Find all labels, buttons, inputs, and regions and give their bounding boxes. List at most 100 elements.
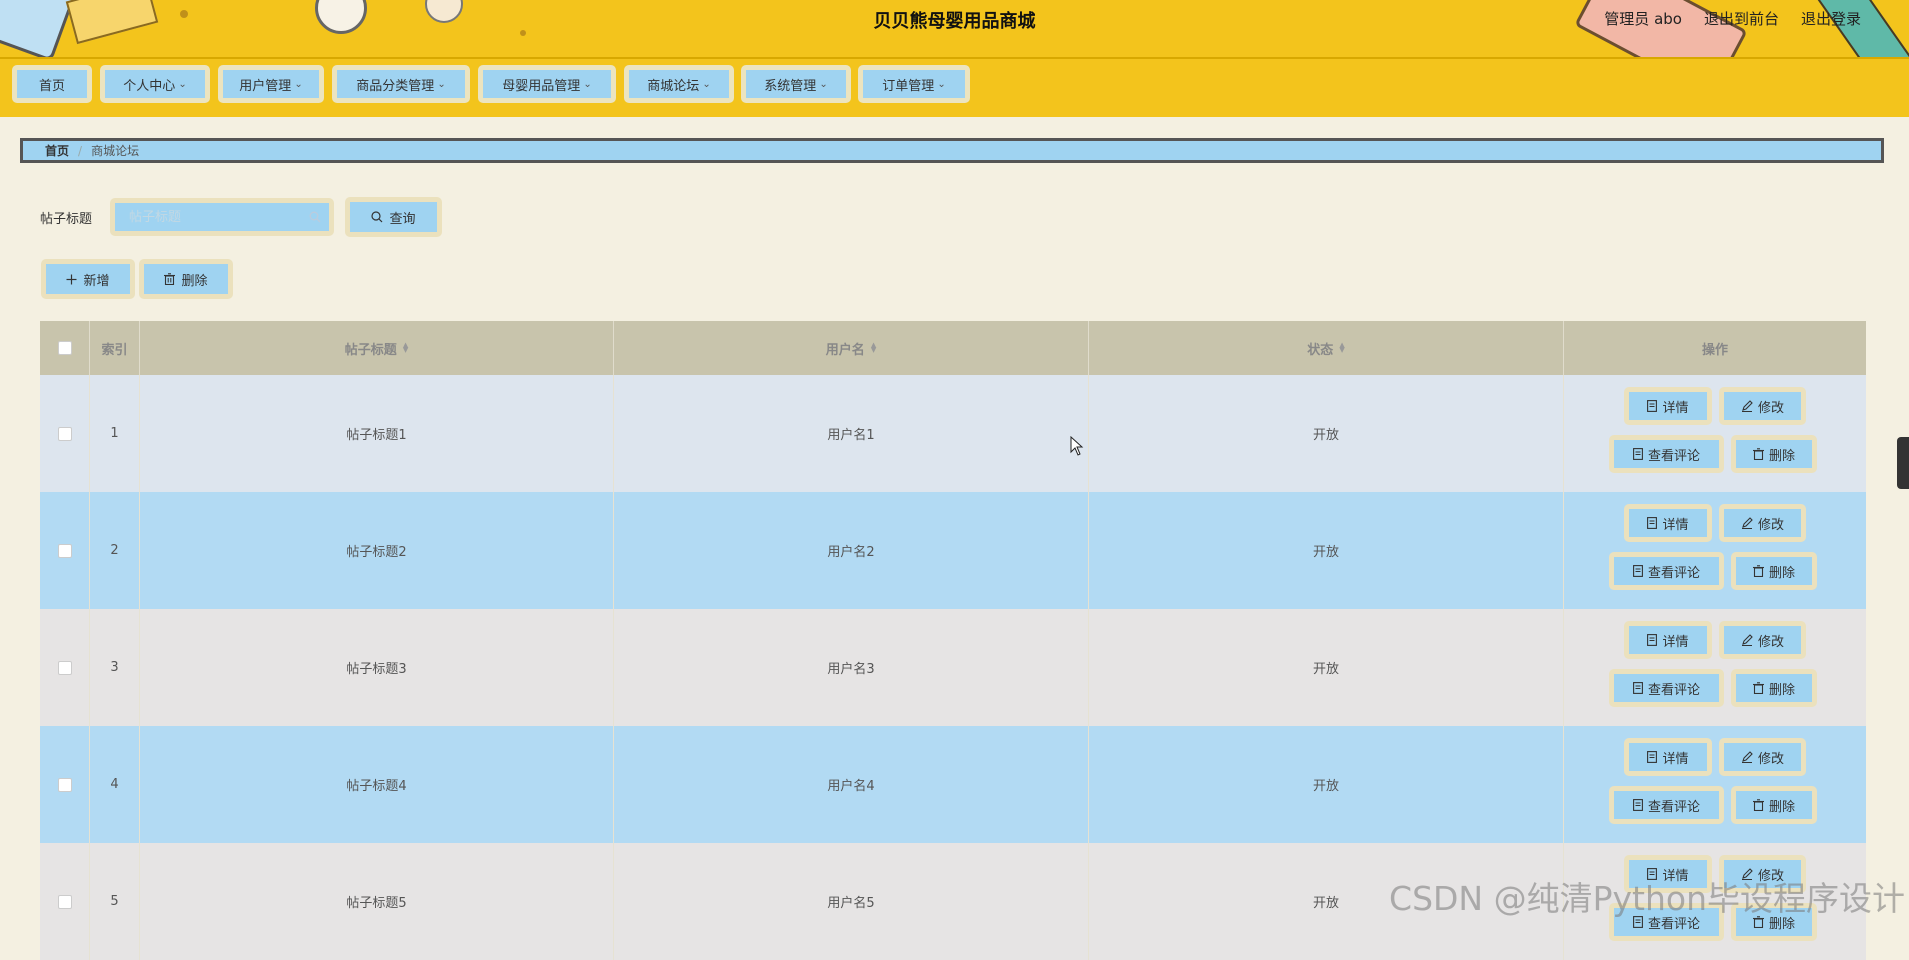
column-header-label: 操作 [1701, 342, 1728, 358]
sort-icon[interactable]: ▲ ▼ [1339, 342, 1344, 354]
nav-item-label: 个人中心 [123, 78, 176, 94]
detail-button[interactable]: 详情 [1624, 504, 1712, 542]
chevron-down-icon: ⌄ [819, 78, 828, 90]
chevron-down-icon: ⌄ [583, 78, 592, 90]
pencil-icon [1741, 517, 1753, 529]
row-delete-button[interactable]: 删除 [1731, 552, 1817, 590]
detail-button-label: 详情 [1662, 634, 1689, 650]
view-comments-button[interactable]: 查看评论 [1609, 435, 1724, 473]
row-checkbox[interactable] [57, 426, 72, 441]
nav-item-order-management[interactable]: 订单管理 ⌄ [858, 65, 970, 103]
row-checkbox[interactable] [57, 777, 72, 792]
row-operations: 详情 修改 查看评论 删除 [1564, 375, 1866, 492]
top-header: 贝贝熊母婴用品商城 管理员 abo 退出到前台 退出登录 [0, 0, 1909, 59]
row-index: 4 [90, 726, 140, 843]
view-comments-button[interactable]: 查看评论 [1609, 786, 1724, 824]
edit-button-label: 修改 [1757, 634, 1784, 650]
row-delete-button[interactable]: 删除 [1731, 435, 1817, 473]
edit-button-label: 修改 [1757, 400, 1784, 416]
column-header-username[interactable]: 用户名 ▲ ▼ [614, 321, 1089, 375]
nav-item-label: 商品分类管理 [356, 78, 435, 94]
row-checkbox[interactable] [57, 543, 72, 558]
row-title: 帖子标题5 [140, 843, 614, 960]
table-row: 4 帖子标题4 用户名4 开放 详情 修改 查看评论 删除 [40, 726, 1866, 843]
view-comments-button[interactable]: 查看评论 [1609, 552, 1724, 590]
table-row: 2 帖子标题2 用户名2 开放 详情 修改 查看评论 删除 [40, 492, 1866, 609]
view-comments-button-label: 查看评论 [1647, 565, 1700, 581]
admin-user-label: 管理员 abo [1604, 10, 1682, 28]
row-delete-button[interactable]: 删除 [1731, 786, 1817, 824]
chevron-down-icon: ⌄ [937, 78, 946, 90]
row-delete-button[interactable]: 删除 [1731, 669, 1817, 707]
side-panel-toggle[interactable] [1897, 437, 1909, 489]
sort-icon[interactable]: ▲ ▼ [403, 342, 408, 354]
edit-button[interactable]: 修改 [1719, 738, 1806, 776]
select-all-checkbox[interactable] [57, 341, 72, 355]
nav-item-label: 系统管理 [764, 78, 817, 94]
edit-button[interactable]: 修改 [1719, 504, 1806, 542]
nav-item-category-management[interactable]: 商品分类管理 ⌄ [332, 65, 470, 103]
trash-icon [1752, 799, 1764, 811]
row-checkbox-cell [40, 843, 90, 960]
row-index: 5 [90, 843, 140, 960]
logout-link[interactable]: 退出登录 [1801, 8, 1861, 29]
row-username: 用户名4 [614, 726, 1089, 843]
detail-button[interactable]: 详情 [1624, 621, 1712, 659]
search-input[interactable] [127, 208, 301, 226]
trash-icon [1752, 682, 1764, 694]
edit-button[interactable]: 修改 [1719, 387, 1806, 425]
row-checkbox[interactable] [57, 660, 72, 675]
trash-icon [1752, 448, 1764, 460]
nav-item-label: 首页 [38, 78, 65, 94]
batch-delete-button-label: 删除 [181, 273, 208, 289]
nav-item-personal-center[interactable]: 个人中心 ⌄ [100, 65, 210, 103]
add-button-label: 新增 [83, 273, 110, 289]
nav-item-label: 商城论坛 [647, 78, 700, 94]
detail-button[interactable]: 详情 [1624, 738, 1712, 776]
search-icon [371, 211, 383, 223]
edit-button-label: 修改 [1757, 751, 1784, 767]
nav-item-forum[interactable]: 商城论坛 ⌄ [624, 65, 734, 103]
document-icon [1633, 565, 1643, 577]
search-icon [309, 211, 321, 227]
main-nav: 首页 个人中心 ⌄ 用户管理 ⌄ 商品分类管理 ⌄ 母婴用品管理 ⌄ 商城论坛 ⌄ 系统管… [0, 59, 1909, 117]
row-checkbox-cell [40, 609, 90, 726]
sort-icon[interactable]: ▲ ▼ [871, 342, 876, 354]
row-operations: 详情 修改 查看评论 删除 [1564, 726, 1866, 843]
trash-icon [1752, 565, 1764, 577]
row-username: 用户名1 [614, 375, 1089, 492]
detail-button-label: 详情 [1662, 517, 1689, 533]
breadcrumb: 首页 / 商城论坛 [20, 138, 1884, 163]
select-all-cell [40, 321, 90, 375]
row-username: 用户名2 [614, 492, 1089, 609]
chevron-down-icon: ⌄ [294, 78, 303, 90]
column-header-label: 用户名 [825, 342, 865, 358]
detail-button-label: 详情 [1662, 751, 1689, 767]
pencil-icon [1741, 400, 1753, 412]
nav-item-home[interactable]: 首页 [12, 65, 92, 103]
breadcrumb-home[interactable]: 首页 [45, 142, 69, 159]
add-button[interactable]: 新增 [41, 259, 135, 299]
document-icon [1633, 682, 1643, 694]
nav-item-baby-goods-management[interactable]: 母婴用品管理 ⌄ [478, 65, 616, 103]
nav-item-system-management[interactable]: 系统管理 ⌄ [741, 65, 851, 103]
query-button[interactable]: 查询 [345, 197, 442, 237]
row-title: 帖子标题3 [140, 609, 614, 726]
row-delete-button-label: 删除 [1768, 448, 1795, 464]
back-to-front-link[interactable]: 退出到前台 [1704, 8, 1779, 29]
column-header-status[interactable]: 状态 ▲ ▼ [1089, 321, 1564, 375]
view-comments-button-label: 查看评论 [1647, 682, 1700, 698]
nav-item-label: 订单管理 [882, 78, 935, 94]
search-field[interactable] [110, 198, 334, 236]
pencil-icon [1741, 751, 1753, 763]
batch-delete-button[interactable]: 删除 [139, 259, 233, 299]
row-checkbox[interactable] [57, 894, 72, 909]
nav-item-user-management[interactable]: 用户管理 ⌄ [218, 65, 324, 103]
edit-button[interactable]: 修改 [1719, 621, 1806, 659]
column-header-title[interactable]: 帖子标题 ▲ ▼ [140, 321, 614, 375]
view-comments-button[interactable]: 查看评论 [1609, 669, 1724, 707]
column-header-label: 索引 [101, 342, 128, 358]
detail-button[interactable]: 详情 [1624, 387, 1712, 425]
document-icon [1647, 634, 1658, 646]
table-row: 3 帖子标题3 用户名3 开放 详情 修改 查看评论 删除 [40, 609, 1866, 726]
